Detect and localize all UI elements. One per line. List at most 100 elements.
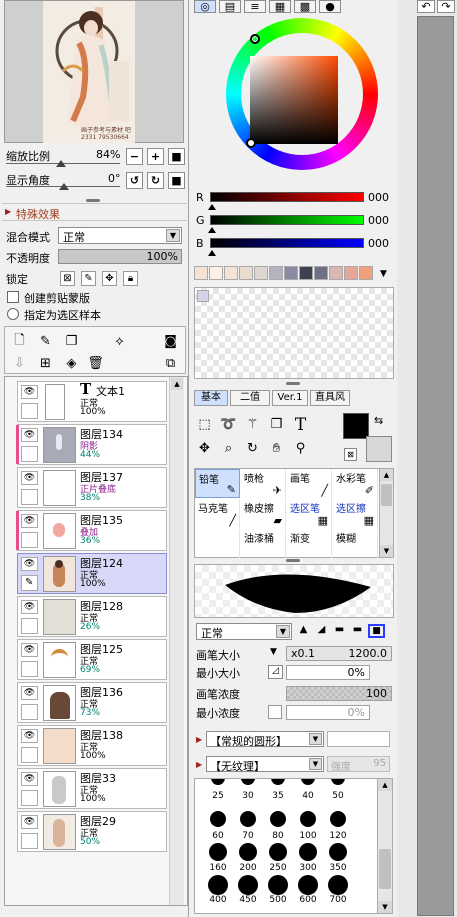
size-dot[interactable] xyxy=(270,811,286,827)
color-swatch[interactable] xyxy=(194,266,208,280)
brush-slot[interactable]: 铅笔 ✎ xyxy=(195,469,240,498)
layer-row[interactable]: 👁︎ 图层29 正常 50% xyxy=(17,811,167,852)
swatch-mode-icon[interactable]: ▦ xyxy=(269,0,291,13)
layer-select-checkbox[interactable]: ✎ xyxy=(21,575,38,591)
b-value[interactable]: 000 xyxy=(368,237,389,250)
splitter-grip[interactable] xyxy=(286,382,300,385)
color-swatch[interactable] xyxy=(299,266,313,280)
density-field[interactable]: 100 xyxy=(286,686,392,701)
canvas-view[interactable] xyxy=(417,16,454,916)
blend-mode-select[interactable]: 正常 ▼ xyxy=(58,227,182,244)
color-swatch[interactable] xyxy=(224,266,238,280)
swatch-dropdown-icon[interactable]: ▼ xyxy=(380,269,387,279)
tool-tab[interactable]: 直具风 xyxy=(310,390,350,406)
size-dot[interactable] xyxy=(329,843,347,861)
hsv-slider-mode-icon[interactable]: ≡ xyxy=(244,0,266,13)
size-dot[interactable] xyxy=(271,779,285,785)
layer-select-checkbox[interactable] xyxy=(21,489,38,505)
brush-slot[interactable]: 喷枪 ✈ xyxy=(241,469,286,498)
zoom-tool-icon[interactable]: ⌕ xyxy=(218,438,239,459)
g-slider[interactable] xyxy=(210,215,364,225)
pressure-density-checkbox[interactable] xyxy=(268,705,282,719)
clip-checkbox[interactable] xyxy=(7,291,19,303)
lasso-icon[interactable]: ➰ xyxy=(218,414,239,435)
visibility-eye-icon[interactable]: 👁︎ xyxy=(21,729,38,743)
saturation-value-square[interactable] xyxy=(250,56,338,144)
layer-row[interactable]: 👁︎ ✎ 图层124 正常 100% xyxy=(17,553,167,594)
scroll-up-icon[interactable]: ▲ xyxy=(171,378,183,390)
size-dot[interactable] xyxy=(238,875,258,895)
brush-slot[interactable]: 马克笔 ╱ xyxy=(195,499,240,528)
scroll-down-icon[interactable]: ▼ xyxy=(380,545,393,557)
texture-select[interactable]: 【无纹理】 ▼ xyxy=(206,756,324,773)
color-swatch[interactable] xyxy=(209,266,223,280)
size-dot[interactable] xyxy=(328,875,348,895)
brush-mode-select[interactable]: 正常 ▼ xyxy=(196,623,292,640)
lock-transparency-icon[interactable]: ⊠ xyxy=(60,271,75,286)
visibility-eye-icon[interactable]: 👁︎ xyxy=(21,815,38,829)
move-tool-icon[interactable]: ✥ xyxy=(194,438,215,459)
color-history-area[interactable] xyxy=(194,287,394,379)
layer-row[interactable]: 👁︎ 图层135 叠加 36% xyxy=(16,510,167,551)
layer-row[interactable]: 👁︎ 图层125 正常 69% xyxy=(17,639,167,680)
layer-row[interactable]: 👁︎ 图层138 正常 100% xyxy=(17,725,167,766)
sv-marker[interactable] xyxy=(246,138,256,148)
rotate-left-button[interactable]: ↺ xyxy=(126,172,143,189)
scrollbar-thumb[interactable] xyxy=(379,849,391,889)
zoom-out-button[interactable]: − xyxy=(126,148,143,165)
color-swatch[interactable] xyxy=(239,266,253,280)
undo-icon[interactable]: ↶ xyxy=(417,0,435,13)
scroll-down-icon[interactable]: ▼ xyxy=(378,901,392,913)
color-swatch[interactable] xyxy=(254,266,268,280)
rotate-reset-button[interactable]: ■ xyxy=(168,172,185,189)
brush-grid-scrollbar[interactable]: ▲ ▼ xyxy=(379,468,394,558)
scroll-up-icon[interactable]: ▲ xyxy=(378,779,392,791)
layer-select-checkbox[interactable] xyxy=(21,790,38,806)
visibility-eye-icon[interactable]: 👁︎ xyxy=(21,557,38,571)
brush-slot[interactable]: 油漆桶 xyxy=(241,529,286,558)
transparent-color-icon[interactable]: ⊠ xyxy=(344,448,357,461)
size-dot[interactable] xyxy=(210,811,226,827)
brush-slot[interactable] xyxy=(195,529,240,558)
r-slider[interactable] xyxy=(210,192,364,202)
visibility-eye-icon[interactable]: 👁︎ xyxy=(21,686,38,700)
canvas-area[interactable]: ↶ ↷ xyxy=(397,0,457,917)
select-source-radio[interactable] xyxy=(7,308,19,320)
brush-slot[interactable]: 选区擦 ▦ xyxy=(333,499,378,528)
hue-marker[interactable] xyxy=(250,34,260,44)
zoom-in-button[interactable]: + xyxy=(147,148,164,165)
angle-slider[interactable] xyxy=(6,183,120,190)
visibility-eye-icon[interactable]: 👁︎ xyxy=(21,385,38,399)
palette-mode-icon[interactable]: ▩ xyxy=(294,0,316,13)
scroll-up-icon[interactable]: ▲ xyxy=(380,469,393,481)
rotate-tool-icon[interactable]: ↻ xyxy=(242,438,263,459)
size-dot[interactable] xyxy=(241,779,255,785)
splitter-grip[interactable] xyxy=(86,199,100,202)
merge-visible-icon[interactable]: ⧉ xyxy=(160,353,181,374)
brush-slot[interactable]: 画笔 ╱ xyxy=(287,469,332,498)
layer-select-checkbox[interactable] xyxy=(21,833,38,849)
clear-layer-icon[interactable]: ◈ xyxy=(61,353,82,374)
layer-select-checkbox[interactable] xyxy=(21,661,38,677)
visibility-eye-icon[interactable]: 👁︎ xyxy=(21,600,38,614)
shape-strength-field[interactable] xyxy=(327,731,390,747)
layer-select-checkbox[interactable] xyxy=(21,704,38,720)
color-swatch[interactable] xyxy=(284,266,298,280)
layer-select-checkbox[interactable] xyxy=(21,618,38,634)
rotate-right-button[interactable]: ↻ xyxy=(147,172,164,189)
pressure-size-icon[interactable]: ◿ xyxy=(268,665,283,679)
lock-all-icon[interactable]: 🔒︎ xyxy=(123,271,138,286)
scratchpad-mode-icon[interactable]: ● xyxy=(319,0,341,13)
rgb-slider-mode-icon[interactable]: ▤ xyxy=(219,0,241,13)
visibility-eye-icon[interactable]: 👁︎ xyxy=(21,471,38,485)
lock-paint-icon[interactable]: ✎ xyxy=(81,271,96,286)
b-slider[interactable] xyxy=(210,238,364,248)
size-dot[interactable] xyxy=(208,875,228,895)
new-folder-icon[interactable]: ✎ xyxy=(35,331,56,352)
size-dot[interactable] xyxy=(209,843,227,861)
size-dot[interactable] xyxy=(268,875,288,895)
b-slider-thumb[interactable] xyxy=(208,250,216,256)
zoom-slider-thumb[interactable] xyxy=(56,160,66,167)
size-dot[interactable] xyxy=(299,843,317,861)
min-size-field[interactable]: 0% xyxy=(286,665,370,680)
